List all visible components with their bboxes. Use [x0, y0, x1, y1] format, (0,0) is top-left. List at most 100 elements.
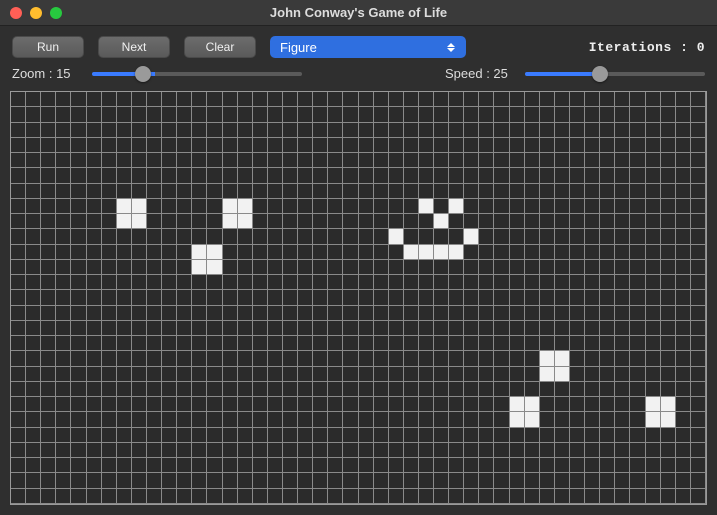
grid-cell[interactable]: [132, 382, 147, 397]
grid-cell[interactable]: [11, 382, 26, 397]
grid-cell[interactable]: [661, 443, 676, 458]
grid-cell[interactable]: [298, 229, 313, 244]
grid-cell[interactable]: [71, 489, 86, 504]
grid-cell[interactable]: [87, 412, 102, 427]
grid-cell[interactable]: [192, 306, 207, 321]
grid-cell[interactable]: [11, 443, 26, 458]
grid-cell[interactable]: [404, 275, 419, 290]
grid-cell[interactable]: [389, 428, 404, 443]
grid-cell[interactable]: [207, 214, 222, 229]
grid-cell[interactable]: [374, 229, 389, 244]
grid-cell[interactable]: [676, 260, 691, 275]
grid-cell[interactable]: [177, 199, 192, 214]
grid-cell[interactable]: [555, 382, 570, 397]
grid-cell[interactable]: [630, 412, 645, 427]
grid-cell[interactable]: [600, 107, 615, 122]
grid-cell[interactable]: [434, 290, 449, 305]
grid-cell[interactable]: [494, 336, 509, 351]
grid-cell[interactable]: [223, 275, 238, 290]
grid-cell[interactable]: [147, 260, 162, 275]
grid-cell[interactable]: [449, 397, 464, 412]
grid-cell[interactable]: [464, 199, 479, 214]
grid-cell[interactable]: [359, 199, 374, 214]
grid-cell[interactable]: [676, 92, 691, 107]
grid-cell[interactable]: [177, 351, 192, 366]
grid-cell[interactable]: [238, 168, 253, 183]
grid-cell[interactable]: [419, 489, 434, 504]
grid-cell[interactable]: [646, 260, 661, 275]
grid-cell[interactable]: [11, 351, 26, 366]
grid-cell[interactable]: [585, 138, 600, 153]
grid-cell[interactable]: [117, 336, 132, 351]
grid-cell[interactable]: [555, 321, 570, 336]
grid-cell[interactable]: [238, 321, 253, 336]
grid-cell[interactable]: [434, 199, 449, 214]
grid-cell[interactable]: [328, 107, 343, 122]
grid-cell[interactable]: [615, 168, 630, 183]
grid-cell[interactable]: [555, 229, 570, 244]
grid-cell[interactable]: [374, 245, 389, 260]
grid-cell[interactable]: [268, 443, 283, 458]
grid-cell[interactable]: [525, 107, 540, 122]
grid-cell[interactable]: [676, 245, 691, 260]
grid-cell[interactable]: [464, 260, 479, 275]
grid-cell[interactable]: [313, 168, 328, 183]
grid-cell[interactable]: [192, 123, 207, 138]
grid-cell[interactable]: [56, 351, 71, 366]
grid-cell[interactable]: [419, 412, 434, 427]
grid-cell[interactable]: [132, 153, 147, 168]
grid-cell[interactable]: [283, 92, 298, 107]
grid-cell[interactable]: [419, 229, 434, 244]
grid-cell[interactable]: [389, 245, 404, 260]
grid-cell[interactable]: [298, 153, 313, 168]
grid-cell[interactable]: [223, 92, 238, 107]
grid-cell[interactable]: [419, 260, 434, 275]
grid-cell[interactable]: [374, 321, 389, 336]
grid-cell[interactable]: [585, 184, 600, 199]
grid-cell[interactable]: [328, 351, 343, 366]
grid-cell[interactable]: [630, 428, 645, 443]
grid-cell[interactable]: [223, 397, 238, 412]
grid-cell[interactable]: [464, 245, 479, 260]
grid-cell[interactable]: [374, 138, 389, 153]
grid-cell[interactable]: [419, 428, 434, 443]
grid-cell[interactable]: [600, 260, 615, 275]
grid-cell[interactable]: [615, 306, 630, 321]
grid-cell[interactable]: [162, 382, 177, 397]
grid-cell[interactable]: [56, 428, 71, 443]
grid-cell[interactable]: [555, 428, 570, 443]
grid-cell[interactable]: [147, 351, 162, 366]
grid-cell[interactable]: [585, 107, 600, 122]
grid-cell[interactable]: [510, 107, 525, 122]
grid-cell[interactable]: [56, 458, 71, 473]
grid-cell[interactable]: [177, 245, 192, 260]
grid-cell[interactable]: [162, 168, 177, 183]
grid-cell[interactable]: [132, 168, 147, 183]
grid-cell[interactable]: [555, 184, 570, 199]
grid-cell[interactable]: [238, 290, 253, 305]
grid-cell[interactable]: [404, 199, 419, 214]
grid-cell[interactable]: [253, 275, 268, 290]
grid-cell[interactable]: [419, 214, 434, 229]
grid-cell[interactable]: [449, 367, 464, 382]
grid-cell[interactable]: [585, 153, 600, 168]
grid-cell[interactable]: [540, 443, 555, 458]
grid-cell[interactable]: [510, 138, 525, 153]
grid-cell[interactable]: [510, 351, 525, 366]
grid-cell[interactable]: [343, 489, 358, 504]
grid-cell[interactable]: [71, 306, 86, 321]
grid-cell[interactable]: [404, 367, 419, 382]
grid-cell[interactable]: [646, 245, 661, 260]
grid-cell[interactable]: [585, 336, 600, 351]
grid-cell[interactable]: [661, 351, 676, 366]
grid-cell[interactable]: [494, 260, 509, 275]
grid-cell[interactable]: [479, 138, 494, 153]
grid-cell[interactable]: [56, 367, 71, 382]
grid-cell[interactable]: [555, 351, 570, 366]
grid-cell[interactable]: [41, 428, 56, 443]
grid-cell[interactable]: [630, 275, 645, 290]
grid-cell[interactable]: [87, 336, 102, 351]
grid-cell[interactable]: [313, 92, 328, 107]
grid-cell[interactable]: [253, 290, 268, 305]
grid-cell[interactable]: [389, 290, 404, 305]
